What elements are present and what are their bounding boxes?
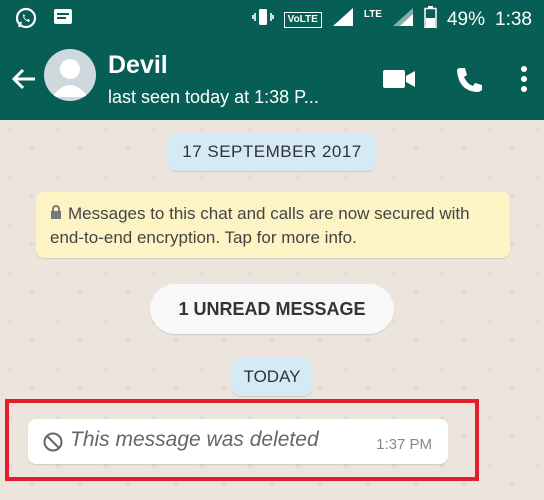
lte-indicator: LTE	[363, 8, 382, 20]
date-divider: 17 SEPTEMBER 2017	[168, 133, 376, 171]
status-bar: VoLTE LTE 49% 1:38	[0, 0, 544, 37]
clock: 1:38	[495, 9, 532, 30]
signal-icon	[332, 7, 354, 33]
back-arrow-icon[interactable]	[10, 65, 38, 98]
today-divider: TODAY	[232, 358, 312, 396]
signal-icon-2	[392, 7, 414, 33]
message-bubble[interactable]: This message was deleted 1:37 PM	[28, 419, 448, 464]
message-text: This message was deleted	[70, 428, 319, 451]
unread-indicator: 1 UNREAD MESSAGE	[150, 284, 394, 334]
message-time: 1:37 PM	[376, 436, 432, 453]
vibrate-icon	[251, 7, 274, 33]
deleted-ban-icon	[42, 431, 64, 458]
contact-name[interactable]: Devil	[108, 51, 168, 80]
encryption-text: Messages to this chat and calls are now …	[50, 204, 470, 247]
volte-indicator: VoLTE	[283, 12, 322, 28]
battery-icon	[424, 6, 437, 34]
chat-header: Devil last seen today at 1:38 P...	[0, 37, 544, 120]
encryption-notice[interactable]: Messages to this chat and calls are now …	[36, 192, 510, 258]
whatsapp-icon	[14, 6, 38, 35]
last-seen: last seen today at 1:38 P...	[108, 87, 319, 107]
phone-icon[interactable]	[454, 65, 482, 98]
chat-area[interactable]: 17 SEPTEMBER 2017 Messages to this chat …	[0, 120, 544, 500]
avatar[interactable]	[44, 49, 96, 101]
battery-percent: 49%	[446, 9, 486, 30]
message-icon	[52, 6, 74, 35]
more-vert-icon[interactable]	[520, 65, 528, 98]
video-call-icon[interactable]	[382, 68, 416, 95]
lock-icon	[50, 203, 62, 226]
